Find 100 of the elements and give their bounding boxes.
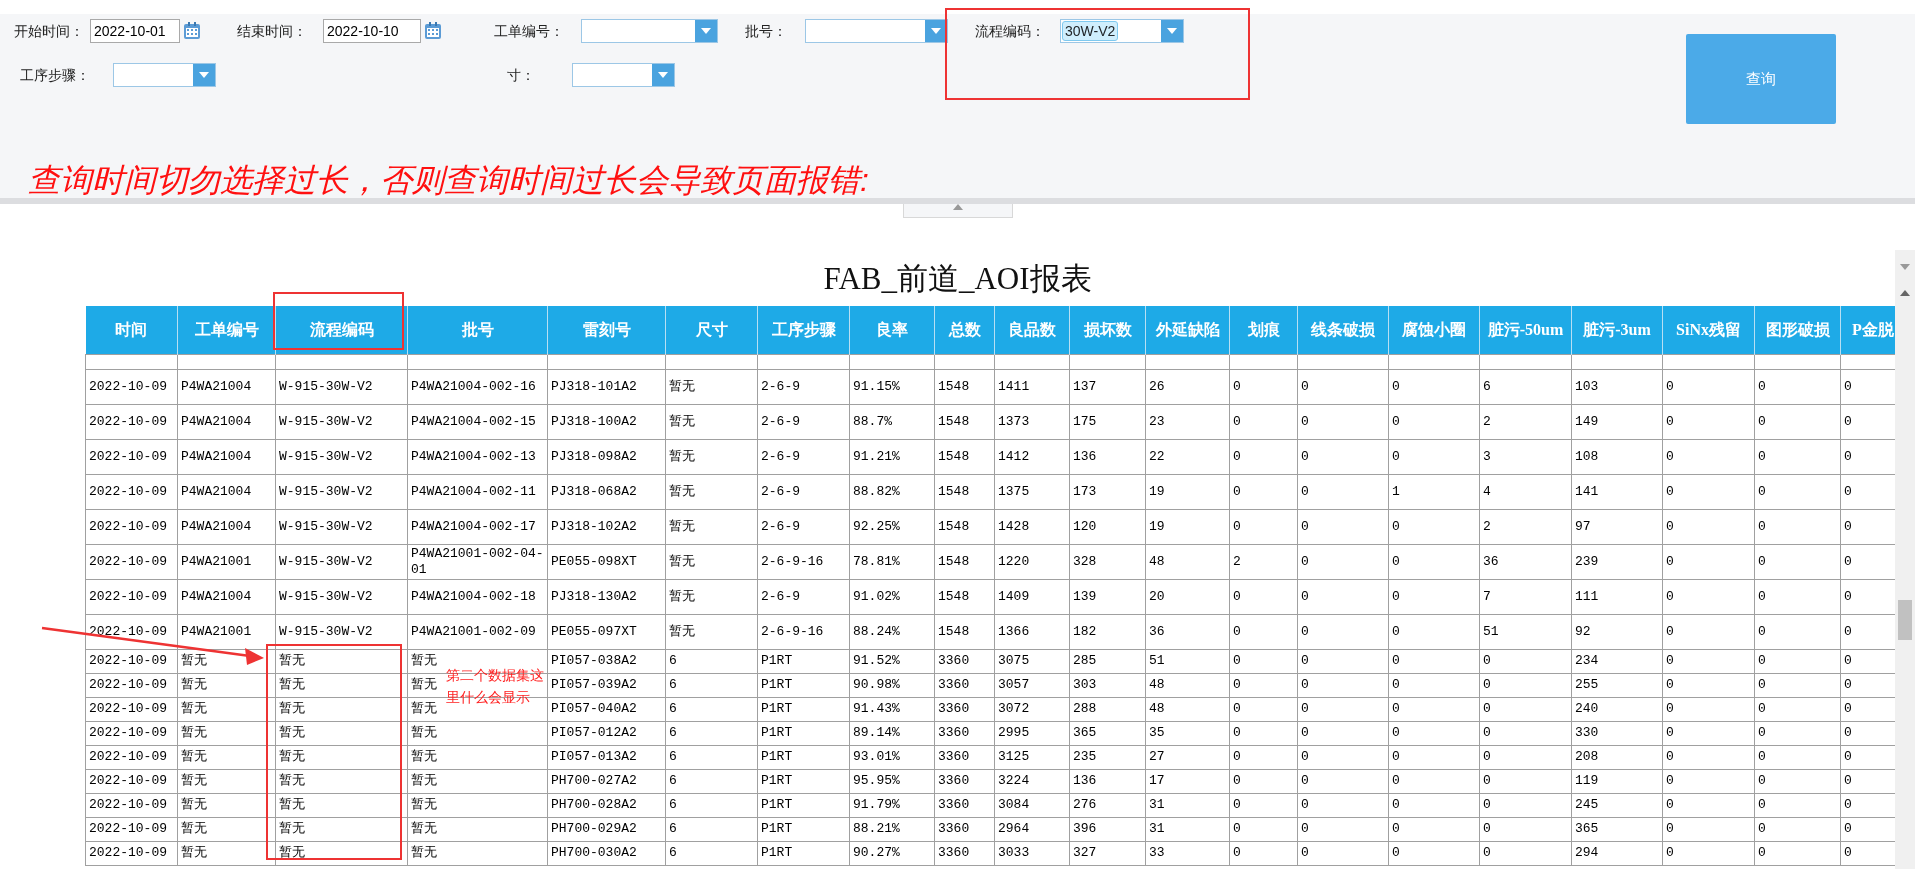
table-cell: 0 (1297, 745, 1389, 769)
date-field[interactable]: 2022-10-10 (323, 19, 421, 43)
table-cell: 暂无 (665, 369, 758, 404)
table-cell: 0 (1388, 369, 1480, 404)
table-cell: 48 (1145, 673, 1230, 697)
dropdown-field[interactable] (581, 19, 718, 43)
table-cell: 6 (665, 793, 758, 817)
table-cell: 2022-10-09 (85, 614, 178, 649)
table-cell: W-915-30W-V2 (275, 544, 408, 579)
column-header: 划痕 (1229, 306, 1298, 354)
table-cell: 1409 (994, 579, 1070, 614)
table-cell: P4WA21004-002-17 (407, 509, 548, 544)
table-cell: 240 (1571, 697, 1663, 721)
table-cell: 暂无 (275, 793, 408, 817)
table-cell: 0 (1229, 614, 1298, 649)
table-cell: 91.79% (849, 793, 935, 817)
table-cell: 暂无 (665, 614, 758, 649)
table-cell: 330 (1571, 721, 1663, 745)
table-cell: 6 (665, 649, 758, 673)
table-cell: 0 (1297, 817, 1389, 841)
table-cell: 1373 (994, 404, 1070, 439)
table-cell: 0 (1754, 841, 1841, 865)
scrollbar-thumb[interactable] (1898, 600, 1912, 640)
table-cell: P4WA21004-002-16 (407, 369, 548, 404)
table-cell: 27 (1145, 745, 1230, 769)
table-cell: PJ318-068A2 (547, 474, 666, 509)
table-cell: 0 (1479, 817, 1572, 841)
table-cell: 1548 (934, 404, 995, 439)
column-header: P金脱 (1840, 306, 1895, 354)
table-cell: 90.98% (849, 673, 935, 697)
table-cell: 暂无 (407, 841, 548, 865)
table-cell: 235 (1069, 745, 1146, 769)
table-cell: P4WA21004 (177, 509, 276, 544)
table-cell: 0 (1229, 721, 1298, 745)
table-cell: 0 (1662, 579, 1755, 614)
table-cell: 78.81% (849, 544, 935, 579)
table-cell: 2-6-9 (757, 579, 850, 614)
table-cell: P1RT (757, 817, 850, 841)
table-cell: 0 (1229, 474, 1298, 509)
table-cell: 0 (1388, 614, 1480, 649)
table-cell: 51 (1145, 649, 1230, 673)
table-cell: 328 (1069, 544, 1146, 579)
table-cell: 暂无 (177, 769, 276, 793)
table-cell: 1220 (994, 544, 1070, 579)
table-cell: 2-6-9 (757, 509, 850, 544)
table-cell: 0 (1662, 509, 1755, 544)
table-cell: P1RT (757, 721, 850, 745)
table-cell: 26 (1145, 369, 1230, 404)
table-cell: 0 (1754, 474, 1841, 509)
table-cell: 88.21% (849, 817, 935, 841)
filter-label: 寸： (507, 65, 536, 85)
table-cell: 20 (1145, 579, 1230, 614)
table-cell: 0 (1754, 793, 1841, 817)
dropdown-field[interactable] (572, 63, 675, 87)
table-cell: 303 (1069, 673, 1146, 697)
table-cell: 285 (1069, 649, 1146, 673)
table-cell: 3125 (994, 745, 1070, 769)
table-cell: 3360 (934, 673, 995, 697)
table-cell: 294 (1571, 841, 1663, 865)
dropdown-field[interactable]: 30W-V2 (1060, 19, 1184, 43)
table-cell: W-915-30W-V2 (275, 369, 408, 404)
table-cell: 182 (1069, 614, 1146, 649)
table-cell: 0 (1662, 769, 1755, 793)
table-cell: 2022-10-09 (85, 544, 178, 579)
table-cell: 1548 (934, 579, 995, 614)
collapse-handle[interactable] (902, 204, 1013, 218)
table-cell: 31 (1145, 817, 1230, 841)
table-cell: 暂无 (177, 673, 276, 697)
table-cell: 3360 (934, 745, 995, 769)
table-cell: 3360 (934, 793, 995, 817)
table-cell: 22 (1145, 439, 1230, 474)
table-cell: 1548 (934, 474, 995, 509)
table-cell: W-915-30W-V2 (275, 439, 408, 474)
table-cell: 1412 (994, 439, 1070, 474)
table-cell: 2022-10-09 (85, 579, 178, 614)
table-cell: 3075 (994, 649, 1070, 673)
table-cell: 2022-10-09 (85, 817, 178, 841)
table-cell: 0 (1662, 745, 1755, 769)
dropdown-field[interactable] (805, 19, 948, 43)
table-cell: W-915-30W-V2 (275, 404, 408, 439)
table-cell: 111 (1571, 579, 1663, 614)
table-cell: 0 (1229, 745, 1298, 769)
scrollbar[interactable] (1895, 250, 1915, 869)
filter-label: 工单编号： (494, 21, 565, 41)
table-cell: 暂无 (665, 509, 758, 544)
table-cell: 暂无 (177, 793, 276, 817)
table-cell: 276 (1069, 793, 1146, 817)
date-field[interactable]: 2022-10-01 (90, 19, 180, 43)
dropdown-field[interactable] (113, 63, 216, 87)
table-cell: 2-6-9 (757, 474, 850, 509)
table-cell: 0 (1297, 439, 1389, 474)
table-cell: 暂无 (275, 769, 408, 793)
table-cell: 0 (1662, 841, 1755, 865)
table-cell: PI057-040A2 (547, 697, 666, 721)
table-cell: 2 (1229, 544, 1298, 579)
table-cell: 暂无 (665, 474, 758, 509)
table-cell: 119 (1571, 769, 1663, 793)
column-header: 损坏数 (1069, 306, 1146, 354)
scroll-down-icon (1900, 264, 1910, 270)
table-cell: 1548 (934, 614, 995, 649)
